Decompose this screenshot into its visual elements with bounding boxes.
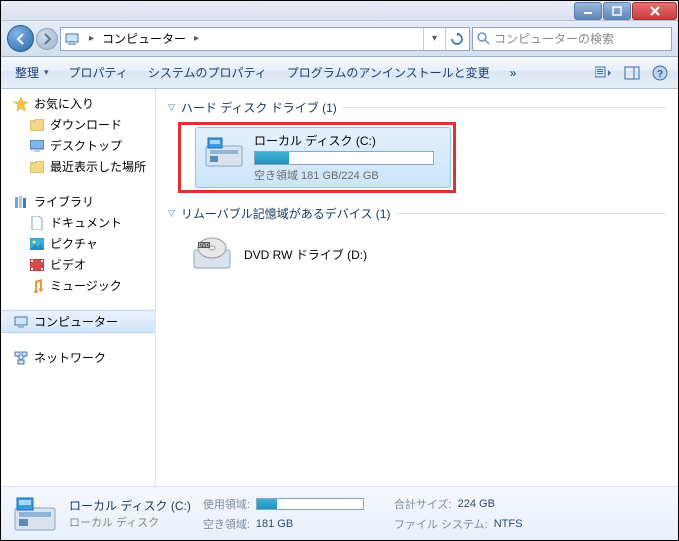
details-fs-label: ファイル システム:: [394, 516, 488, 532]
system-properties-button[interactable]: システムのプロパティ: [140, 61, 275, 84]
dvd-icon: DVD: [190, 234, 234, 274]
computer-icon: [63, 30, 81, 48]
details-total-value: 224 GB: [458, 498, 495, 510]
video-icon: [29, 257, 45, 273]
sidebar-item-label: デスクトップ: [50, 137, 122, 154]
computer-icon: [13, 314, 29, 330]
libraries-icon: [13, 194, 29, 210]
sidebar-item-label: 最近表示した場所: [50, 158, 146, 175]
drive-dvd[interactable]: DVD DVD RW ドライブ (D:): [184, 228, 666, 280]
uninstall-button[interactable]: プログラムのアンインストールと変更: [279, 61, 498, 84]
picture-icon: [29, 236, 45, 252]
details-usage-bar: [256, 498, 364, 510]
drive-freespace: 空き領域 181 GB/224 GB: [254, 167, 444, 183]
sidebar-item-documents[interactable]: ドキュメント: [1, 212, 155, 233]
sidebar-label: コンピューター: [34, 313, 118, 330]
minimize-button[interactable]: [574, 2, 602, 20]
music-icon: [29, 278, 45, 294]
refresh-button[interactable]: [445, 28, 467, 50]
hdd-icon: [13, 494, 57, 534]
toolbar: 整理 プロパティ システムのプロパティ プログラムのアンインストールと変更 » …: [1, 57, 678, 89]
sidebar-item-label: ダウンロード: [50, 116, 122, 133]
hdd-icon: [202, 132, 246, 172]
usage-bar: [254, 151, 434, 165]
drive-name: ローカル ディスク (C:): [254, 132, 444, 149]
maximize-button[interactable]: [603, 2, 631, 20]
details-pane: ローカル ディスク (C:) ローカル ディスク 使用領域: 空き領域: 181…: [1, 486, 678, 540]
forward-button[interactable]: [36, 28, 58, 50]
drive-name: DVD RW ドライブ (D:): [244, 246, 367, 263]
back-button[interactable]: [7, 25, 34, 52]
search-placeholder: コンピューターの検索: [494, 30, 614, 47]
divider: [343, 107, 666, 108]
address-row: ▸ コンピューター ▸ ▾ コンピューターの検索: [1, 21, 678, 57]
navigation-pane: お気に入り ダウンロード デスクトップ 最近表示した場所 ライブラリ ドキュメン…: [1, 89, 156, 486]
svg-text:DVD: DVD: [199, 243, 210, 249]
close-button[interactable]: [632, 2, 677, 20]
sidebar-label: お気に入り: [34, 95, 94, 112]
sidebar-label: ネットワーク: [34, 349, 106, 366]
sidebar-computer[interactable]: コンピューター: [1, 310, 155, 333]
group-label: リムーバブル記憶域があるデバイス (1): [181, 205, 391, 222]
search-icon: [477, 32, 490, 45]
folder-icon: [29, 117, 45, 133]
details-free-value: 181 GB: [256, 518, 293, 530]
sidebar-item-downloads[interactable]: ダウンロード: [1, 114, 155, 135]
highlight-box: ローカル ディスク (C:) 空き領域 181 GB/224 GB: [178, 122, 456, 193]
breadcrumb[interactable]: コンピューター: [102, 30, 186, 47]
chevron-right-icon: ▸: [85, 33, 98, 44]
sidebar-item-pictures[interactable]: ピクチャ: [1, 233, 155, 254]
sidebar-favorites[interactable]: お気に入り: [1, 93, 155, 114]
address-bar[interactable]: ▸ コンピューター ▸ ▾: [60, 27, 470, 51]
details-total-label: 合計サイズ:: [394, 496, 452, 512]
group-label: ハード ディスク ドライブ (1): [181, 99, 337, 116]
sidebar-network[interactable]: ネットワーク: [1, 347, 155, 368]
sidebar-libraries[interactable]: ライブラリ: [1, 191, 155, 212]
details-title: ローカル ディスク (C:): [69, 497, 191, 514]
details-fs-value: NTFS: [494, 518, 523, 530]
preview-pane-button[interactable]: [620, 61, 644, 85]
star-icon: [13, 96, 29, 112]
group-removable[interactable]: リムーバブル記憶域があるデバイス (1): [168, 205, 666, 222]
group-hard-disk[interactable]: ハード ディスク ドライブ (1): [168, 99, 666, 116]
network-icon: [13, 350, 29, 366]
properties-button[interactable]: プロパティ: [61, 61, 136, 84]
help-button[interactable]: ?: [648, 61, 672, 85]
sidebar-item-videos[interactable]: ビデオ: [1, 254, 155, 275]
organize-button[interactable]: 整理: [7, 61, 57, 84]
sidebar-label: ライブラリ: [34, 193, 94, 210]
desktop-icon: [29, 138, 45, 154]
details-usage-bar-fill: [257, 499, 277, 509]
sidebar-item-desktop[interactable]: デスクトップ: [1, 135, 155, 156]
details-subtitle: ローカル ディスク: [69, 514, 191, 530]
sidebar-item-label: ミュージック: [50, 277, 122, 294]
sidebar-item-music[interactable]: ミュージック: [1, 275, 155, 296]
sidebar-item-label: ビデオ: [50, 256, 86, 273]
drive-c[interactable]: ローカル ディスク (C:) 空き領域 181 GB/224 GB: [195, 127, 451, 188]
address-dropdown-button[interactable]: ▾: [423, 28, 445, 50]
svg-text:?: ?: [657, 69, 663, 80]
document-icon: [29, 215, 45, 231]
details-used-label: 使用領域:: [203, 496, 250, 512]
sidebar-item-label: ドキュメント: [50, 214, 122, 231]
usage-bar-fill: [255, 152, 289, 164]
divider: [396, 213, 666, 214]
details-free-label: 空き領域:: [203, 516, 250, 532]
view-button[interactable]: [592, 61, 616, 85]
window-titlebar: [1, 1, 678, 21]
toolbar-more-button[interactable]: »: [502, 63, 525, 83]
main-panel: ハード ディスク ドライブ (1) ローカル ディスク (C:) 空き領域 18…: [156, 89, 678, 486]
search-input[interactable]: コンピューターの検索: [472, 27, 672, 51]
sidebar-item-label: ピクチャ: [50, 235, 98, 252]
folder-icon: [29, 159, 45, 175]
sidebar-item-recent[interactable]: 最近表示した場所: [1, 156, 155, 177]
chevron-right-icon: ▸: [190, 33, 203, 44]
